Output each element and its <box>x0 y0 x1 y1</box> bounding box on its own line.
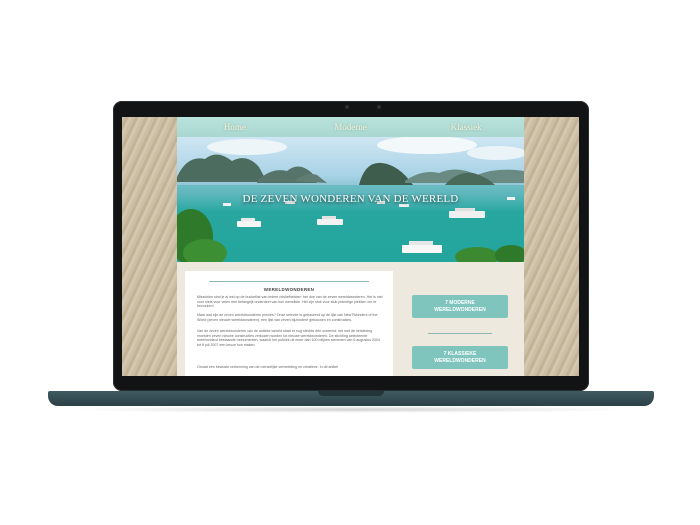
sand-background-right <box>524 117 579 376</box>
website: Home Moderne Klassiek DE ZEVEN WONDEREN … <box>177 117 524 376</box>
laptop-shadow <box>70 406 632 413</box>
nav-item-moderne[interactable]: Moderne <box>293 117 409 137</box>
camera-dot <box>377 105 381 109</box>
divider <box>209 281 369 282</box>
divider <box>428 333 492 334</box>
moderne-wereldwonderen-button[interactable]: 7 MODERNE WERELDWONDEREN <box>412 295 508 318</box>
hero-banner: DE ZEVEN WONDEREN VAN DE WERELD <box>177 137 524 262</box>
top-navigation: Home Moderne Klassiek <box>177 117 524 137</box>
article-card: WERELDWONDEREN Misschien sind je al wel … <box>185 271 393 376</box>
nav-item-home[interactable]: Home <box>177 117 293 137</box>
article-heading: WERELDWONDEREN <box>263 287 315 292</box>
article-paragraph: Van de zeven wereldwonderen van de antie… <box>197 329 380 347</box>
klassieke-wereldwonderen-button[interactable]: 7 KLASSIEKE WERELDWONDEREN <box>412 346 508 369</box>
nav-item-klassiek[interactable]: Klassiek <box>408 117 524 137</box>
article-paragraph: Omdat een bewuste verkenning van de mens… <box>197 365 339 369</box>
laptop-hinge-notch <box>318 391 384 396</box>
article-paragraph: Maar wat zijn de zeven wereldwonderen pr… <box>197 313 378 322</box>
hero-title: DE ZEVEN WONDEREN VAN DE WERELD <box>242 193 459 205</box>
article-paragraph: Misschien sind je al wel op de bucketlis… <box>197 295 383 309</box>
laptop-screen: Home Moderne Klassiek DE ZEVEN WONDEREN … <box>122 117 579 376</box>
sand-background-left <box>122 117 177 376</box>
camera-dot <box>345 105 349 109</box>
